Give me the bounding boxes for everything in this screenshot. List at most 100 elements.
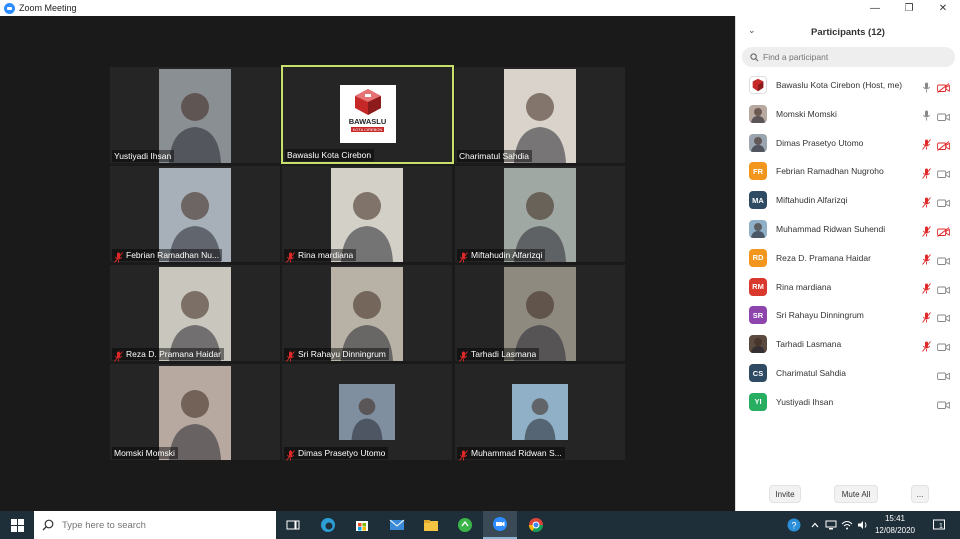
mic-icon[interactable]	[922, 80, 931, 92]
video-icon[interactable]	[937, 310, 950, 323]
video-icon[interactable]	[937, 282, 950, 294]
participant-row[interactable]: MA Miftahudin Alfarizqi	[736, 186, 960, 214]
video-tile-active-speaker[interactable]: BAWASLU KOTA CIREBON Bawaslu Kota Cirebo…	[281, 65, 454, 164]
participant-row[interactable]: Bawaslu Kota Cirebon (Host, me)	[736, 71, 960, 99]
avatar	[749, 104, 767, 123]
avatar: SR	[749, 306, 767, 325]
video-tile[interactable]: Rina mardiana	[282, 166, 452, 263]
person-silhouette-icon	[514, 93, 566, 163]
video-tile[interactable]: Muhammad Ridwan S...	[455, 364, 625, 461]
tray-network[interactable]	[824, 511, 838, 539]
participant-row[interactable]: CS Charimatul Sahdia	[736, 359, 960, 387]
participant-name: Yustiyadi Ihsan	[776, 396, 834, 407]
mic-muted-icon	[459, 448, 468, 461]
avatar: CS	[749, 364, 767, 382]
profile-photo-icon	[751, 136, 765, 152]
participant-row[interactable]: RM Rina mardiana	[736, 273, 960, 301]
video-off-icon[interactable]	[937, 138, 950, 151]
panel-footer: Invite Mute All ...	[736, 477, 960, 511]
video-icon[interactable]	[937, 109, 950, 121]
tile-name: Febrian Ramadhan Nu...	[126, 250, 220, 260]
video-tile[interactable]: Charimatul Sahdia	[455, 67, 625, 163]
video-tile[interactable]: Miftahudin Alfarizqi	[455, 166, 625, 263]
participant-row[interactable]: SR Sri Rahayu Dinningrum	[736, 301, 960, 329]
video-icon[interactable]	[937, 195, 950, 208]
participant-video	[331, 168, 403, 262]
invite-button[interactable]: Invite	[769, 485, 801, 503]
taskbar-file-explorer[interactable]	[414, 511, 448, 539]
taskbar-search[interactable]	[34, 511, 276, 539]
minimize-button[interactable]: —	[860, 0, 890, 16]
participant-row[interactable]: Tarhadi Lasmana	[736, 330, 960, 358]
taskbar-chrome[interactable]	[519, 511, 553, 539]
mic-muted-icon	[114, 349, 123, 362]
video-off-icon[interactable]	[937, 224, 950, 237]
participant-name: Febrian Ramadhan Nugroho	[776, 166, 884, 177]
mic-muted-icon[interactable]	[922, 252, 931, 266]
mic-muted-icon[interactable]	[922, 281, 931, 294]
video-icon[interactable]	[937, 253, 950, 265]
collapse-chevron-icon[interactable]: ⌄	[748, 25, 756, 36]
mic-muted-icon	[114, 250, 123, 263]
video-tile[interactable]: Febrian Ramadhan Nu...	[110, 166, 280, 263]
video-tile[interactable]: Tarhadi Lasmana	[455, 265, 625, 362]
more-options-button[interactable]: ...	[911, 485, 929, 503]
person-silhouette-icon	[169, 192, 221, 262]
taskbar-clock[interactable]: 15:41 12/08/2020	[870, 513, 920, 537]
tile-name: Reza D. Pramana Haidar	[126, 349, 221, 359]
start-button[interactable]	[0, 511, 34, 539]
mic-muted-icon[interactable]	[922, 339, 931, 352]
tray-expand[interactable]	[808, 511, 822, 539]
participant-video	[504, 69, 576, 163]
tray-volume[interactable]	[856, 511, 870, 539]
participant-row[interactable]: RD Reza D. Pramana Haidar	[736, 244, 960, 272]
help-tray[interactable]: ?	[783, 511, 805, 539]
video-tile[interactable]: Momski Momski	[110, 364, 280, 460]
video-icon[interactable]	[937, 397, 950, 409]
logo-text: BAWASLU	[348, 117, 387, 126]
taskbar-search-input[interactable]	[62, 519, 262, 531]
chrome-icon	[529, 518, 543, 532]
person-silhouette-icon	[169, 291, 221, 361]
window-title: Zoom Meeting	[19, 3, 77, 13]
taskbar-store[interactable]	[345, 511, 379, 539]
video-off-icon[interactable]	[937, 80, 950, 93]
participant-row[interactable]: YI Yustiyadi Ihsan	[736, 388, 960, 416]
mic-muted-icon[interactable]	[922, 166, 931, 179]
mic-muted-icon[interactable]	[922, 310, 931, 323]
taskbar-app-green[interactable]	[448, 511, 482, 539]
mic-icon[interactable]	[922, 108, 931, 121]
taskbar-zoom[interactable]	[483, 511, 517, 539]
participant-row[interactable]: Muhammad Ridwan Suhendi	[736, 215, 960, 243]
close-button[interactable]: ✕	[928, 0, 958, 16]
participant-search[interactable]	[742, 47, 955, 67]
video-icon[interactable]	[937, 166, 950, 179]
participant-row[interactable]: Momski Momski	[736, 100, 960, 128]
participant-video	[331, 267, 403, 361]
taskbar-mail[interactable]	[380, 511, 414, 539]
video-icon[interactable]	[937, 368, 950, 380]
mute-all-button[interactable]: Mute All	[834, 485, 878, 503]
task-view-button[interactable]	[276, 511, 310, 539]
avatar	[749, 133, 767, 152]
maximize-button[interactable]: ❐	[894, 0, 924, 16]
participant-row[interactable]: FR Febrian Ramadhan Nugroho	[736, 157, 960, 185]
store-icon	[356, 521, 368, 531]
video-tile[interactable]: Dimas Prasetyo Utomo	[282, 364, 452, 461]
video-tile[interactable]: Yustiyadi Ihsan	[110, 67, 280, 163]
participant-search-input[interactable]	[763, 52, 943, 62]
mic-muted-icon[interactable]	[922, 195, 931, 208]
mic-muted-icon[interactable]	[922, 224, 931, 237]
green-app-icon	[458, 518, 472, 532]
participant-row[interactable]: Dimas Prasetyo Utomo	[736, 129, 960, 157]
video-tile[interactable]: Reza D. Pramana Haidar	[110, 265, 280, 362]
participant-video	[159, 168, 231, 262]
video-icon[interactable]	[937, 339, 950, 352]
volume-icon	[858, 521, 867, 529]
avatar: MA	[749, 191, 767, 210]
taskbar-edge[interactable]	[311, 511, 345, 539]
notification-center[interactable]: 1	[928, 511, 950, 539]
mic-muted-icon[interactable]	[922, 137, 931, 150]
video-tile[interactable]: Sri Rahayu Dinningrum	[282, 265, 452, 362]
tray-wifi[interactable]	[840, 511, 854, 539]
